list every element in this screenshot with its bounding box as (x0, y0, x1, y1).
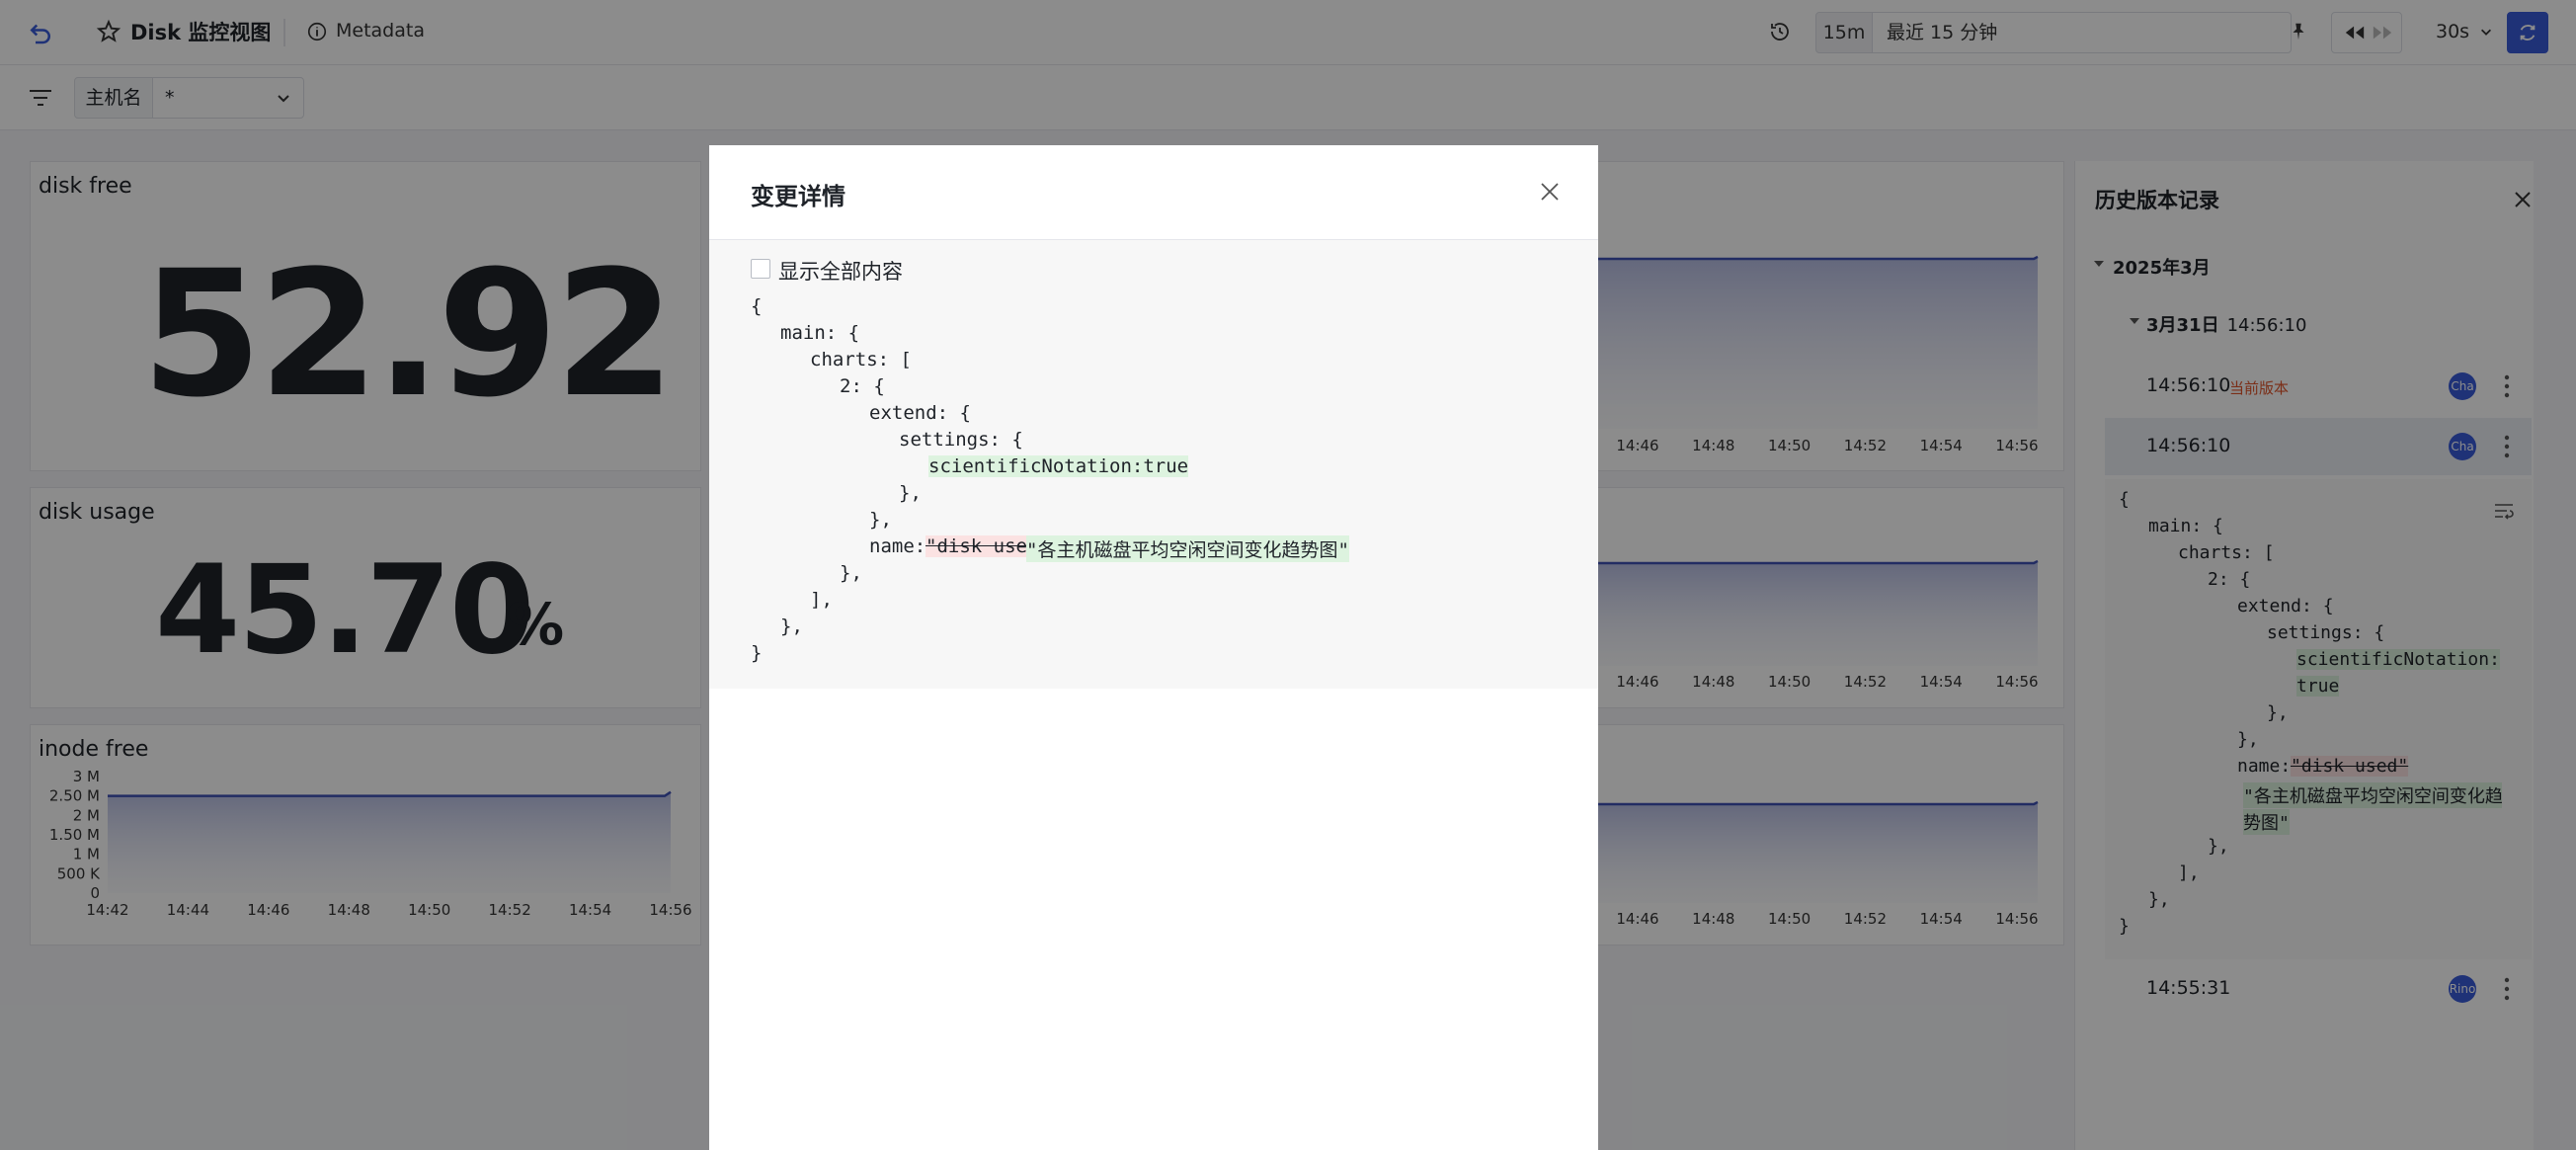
modal-header: 变更详情 (709, 145, 1598, 240)
change-detail-modal: 变更详情 显示全部内容 { main: { charts: [ 2: { ext… (709, 145, 1598, 1150)
code-line: settings: { (899, 429, 1023, 451)
code-line: 2: { (840, 375, 885, 397)
code-line: name: (869, 535, 926, 557)
show-all-checkbox[interactable] (751, 259, 770, 279)
modal-diff-body: 显示全部内容 { main: { charts: [ 2: { extend: … (709, 240, 1598, 689)
diff-added: "各主机磁盘平均空闲空间变化趋势图" (1026, 535, 1349, 562)
code-line: ], (810, 589, 833, 611)
diff-added: scientificNotation:true (928, 455, 1189, 477)
code-line: extend: { (869, 402, 971, 424)
code-line: { (751, 295, 763, 317)
show-all-label[interactable]: 显示全部内容 (778, 256, 903, 286)
code-line: charts: [ (810, 349, 912, 370)
close-icon[interactable] (1539, 181, 1561, 203)
code-line: }, (899, 482, 922, 504)
code-line: } (751, 642, 763, 664)
code-line: }, (840, 562, 862, 584)
code-line: }, (780, 616, 803, 637)
modal-title: 变更详情 (751, 183, 845, 210)
code-line: main: { (780, 322, 860, 344)
code-line: }, (869, 509, 892, 531)
